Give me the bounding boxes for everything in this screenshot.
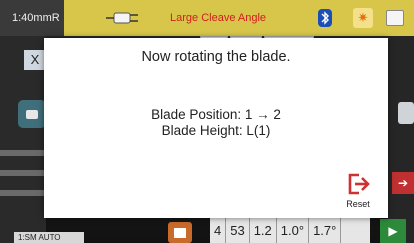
reset-label: Reset <box>346 199 370 209</box>
divider <box>0 190 46 196</box>
app-screen: 1:40mmR Large Cleave Angle ✷ X ➔ ▶ 1:SM … <box>0 0 414 243</box>
plug-icon <box>106 12 138 24</box>
exit-arrow-icon <box>348 173 370 195</box>
blade-rotation-dialog: Now rotating the blade. Blade Position: … <box>44 38 388 218</box>
close-button[interactable]: X <box>24 50 46 70</box>
right-panel <box>388 36 414 243</box>
value-cell: 53 <box>226 218 250 243</box>
arrow-right-button[interactable]: ➔ <box>392 172 414 194</box>
blade-height-text: Blade Height: L(1) <box>161 123 271 138</box>
camera-icon <box>26 110 38 119</box>
battery-icon <box>386 10 404 26</box>
home-icon <box>174 228 186 238</box>
value-cell: 4 <box>210 218 227 243</box>
home-button[interactable] <box>168 222 192 243</box>
brightness-icon[interactable]: ✷ <box>353 8 373 28</box>
value-cell: 1.7° <box>309 218 342 243</box>
reset-button[interactable]: Reset <box>336 172 380 212</box>
value-cell: 1.0° <box>277 218 310 243</box>
status-title: Large Cleave Angle <box>170 12 267 24</box>
status-left-text: 1:40mmR <box>0 0 64 36</box>
camera-button[interactable] <box>18 100 46 128</box>
value-cell: 1.2 <box>250 218 277 243</box>
divider <box>0 170 46 176</box>
play-button[interactable]: ▶ <box>380 219 406 243</box>
dialog-title: Now rotating the blade. <box>141 49 291 65</box>
measurement-row: 4 53 1.2 1.0° 1.7° <box>210 218 370 243</box>
bluetooth-icon[interactable] <box>318 9 332 27</box>
divider <box>0 150 46 156</box>
blade-position-text: Blade Position: 1 → 2 <box>151 107 281 122</box>
mode-label: 1:SM AUTO <box>14 232 84 243</box>
status-bar: 1:40mmR Large Cleave Angle ✷ <box>0 0 414 36</box>
pause-button[interactable] <box>398 102 414 124</box>
